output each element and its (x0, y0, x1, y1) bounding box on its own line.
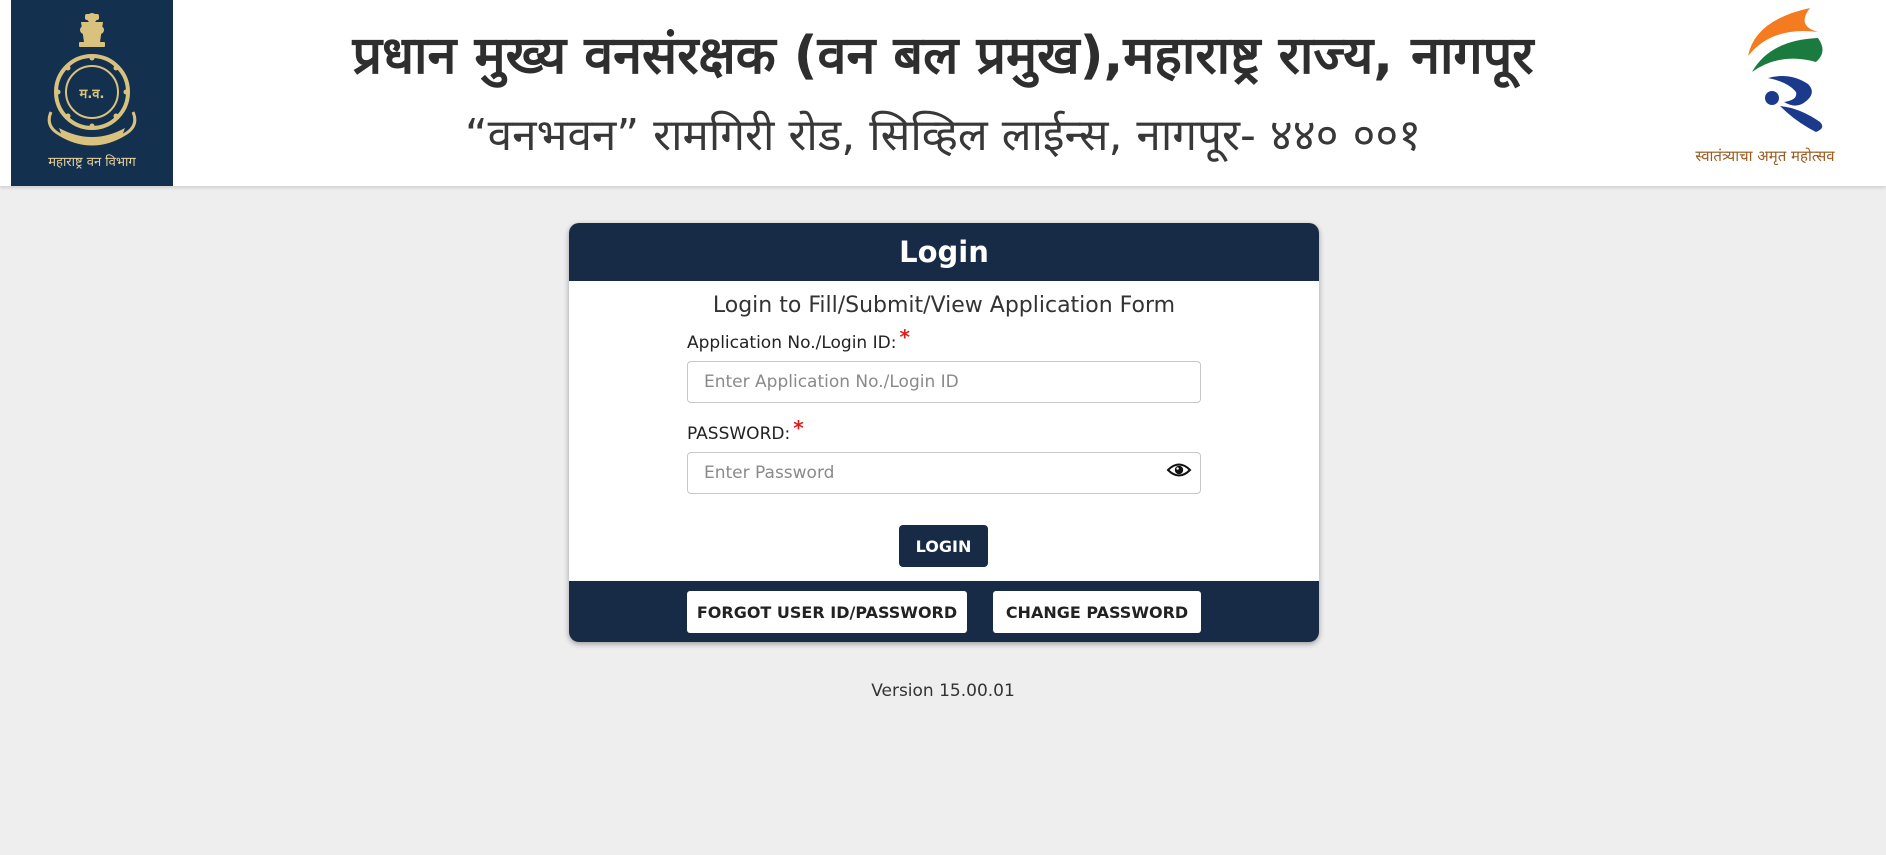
password-label-text: PASSWORD: (687, 424, 791, 444)
version-text: Version 15.00.01 (871, 681, 1015, 701)
login-id-label-text: Application No./Login ID: (687, 333, 897, 353)
svg-text:म.व.: म.व. (79, 87, 105, 102)
eye-icon[interactable] (1166, 457, 1192, 483)
login-card-header: Login (569, 223, 1319, 281)
change-password-button[interactable]: CHANGE PASSWORD (993, 591, 1201, 633)
site-header: म.व. महाराष्ट्र वन विभाग प्रधान मुख्य वन… (0, 0, 1886, 186)
department-title: प्रधान मुख्य वनसंरक्षक (वन बल प्रमुख),मह… (352, 26, 1534, 86)
password-label: PASSWORD: * (687, 417, 804, 445)
required-mark: * (793, 416, 804, 440)
forest-department-emblem: म.व. महाराष्ट्र वन विभाग (11, 0, 173, 186)
login-id-input[interactable] (687, 361, 1201, 403)
azadi-logo: स्वातंत्र्याचा अमृत महोत्सव (1660, 0, 1870, 186)
login-button[interactable]: LOGIN (899, 525, 988, 567)
login-id-label: Application No./Login ID: * (687, 326, 910, 354)
emblem-caption: महाराष्ट्र वन विभाग (48, 155, 136, 170)
login-heading: Login (899, 235, 989, 269)
azadi-caption: स्वातंत्र्याचा अमृत महोत्सव (1695, 147, 1835, 165)
login-subheading: Login to Fill/Submit/View Application Fo… (712, 293, 1176, 318)
login-card: Login Login to Fill/Submit/View Applicat… (569, 223, 1319, 642)
password-input[interactable] (687, 452, 1201, 494)
forgot-credentials-button[interactable]: FORGOT USER ID/PASSWORD (687, 591, 967, 633)
department-address: “वनभवन” रामगिरी रोड, सिव्हिल लाईन्स, नाग… (464, 110, 1422, 161)
required-mark: * (899, 325, 910, 349)
login-card-footer: FORGOT USER ID/PASSWORD CHANGE PASSWORD (569, 581, 1319, 642)
